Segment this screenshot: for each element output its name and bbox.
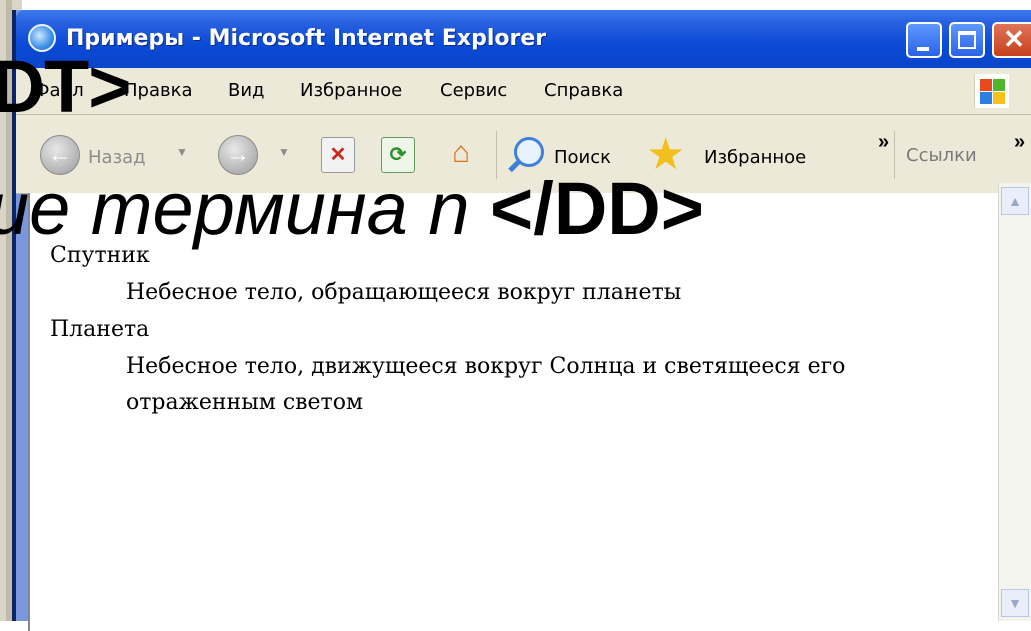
links-bar-label[interactable]: Ссылки [906, 145, 977, 166]
slide-overlay-dd-tag: </DD> [490, 167, 704, 250]
menu-view[interactable]: Вид [228, 80, 265, 101]
links-overflow-icon[interactable]: » [1014, 131, 1025, 154]
scroll-down-icon[interactable]: ▼ [1001, 589, 1029, 617]
toolbar-overflow-icon[interactable]: » [878, 131, 889, 154]
definition-term: Планета [50, 317, 150, 342]
title-bar[interactable]: Примеры - Microsoft Internet Explorer ✕ [16, 10, 1031, 68]
page-content: Спутник Небесное тело, обращающееся вокр… [28, 193, 1024, 631]
slide-overlay-dt-tag: /DT> [0, 45, 131, 128]
menu-favorites[interactable]: Избранное [300, 80, 402, 101]
browser-window: Примеры - Microsoft Internet Explorer ✕ … [12, 10, 1031, 631]
scroll-up-icon[interactable]: ▲ [1001, 187, 1029, 215]
links-separator [894, 131, 895, 179]
minimize-icon [917, 47, 929, 51]
back-dropdown-icon[interactable]: ▼ [176, 145, 188, 159]
windows-logo-icon [974, 74, 1009, 108]
slide-overlay-dd-line: ие термина n </DD> [0, 168, 704, 250]
minimize-button[interactable] [906, 22, 942, 58]
close-icon: ✕ [1003, 24, 1025, 54]
menu-edit[interactable]: Правка [124, 80, 193, 101]
menu-help[interactable]: Справка [544, 80, 623, 101]
window-title: Примеры - Microsoft Internet Explorer [66, 26, 547, 51]
close-button[interactable]: ✕ [992, 22, 1031, 58]
slide-overlay-italic-text: ие термина n [0, 167, 470, 250]
favorites-button-label[interactable]: Избранное [704, 147, 806, 168]
definition-description: Небесное тело, обращающееся вокруг плане… [126, 280, 682, 305]
search-button-label[interactable]: Поиск [554, 147, 611, 168]
maximize-button[interactable] [949, 22, 985, 58]
menu-tools[interactable]: Сервис [440, 80, 507, 101]
menu-bar: Файл Правка Вид Избранное Сервис Справка [16, 68, 1031, 115]
back-button-label[interactable]: Назад [88, 147, 146, 168]
vertical-scrollbar[interactable]: ▲ ▼ [998, 183, 1031, 621]
maximize-icon [958, 31, 976, 49]
forward-dropdown-icon[interactable]: ▼ [278, 145, 290, 159]
definition-description: Небесное тело, движущееся вокруг Солнца … [126, 354, 846, 415]
